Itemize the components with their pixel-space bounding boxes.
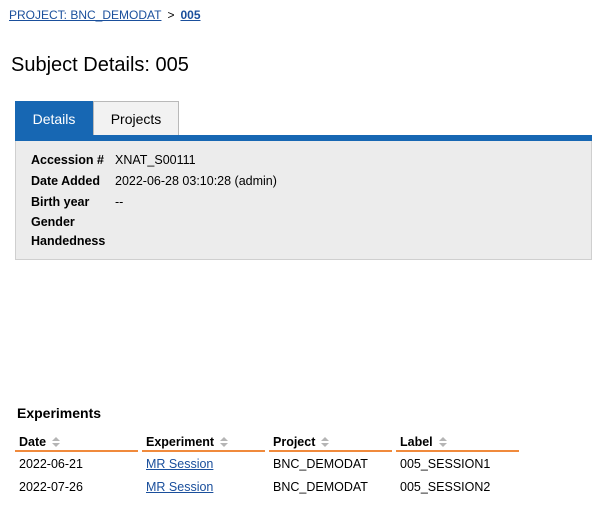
sort-arrows-icon bbox=[52, 437, 61, 448]
detail-row-gender: Gender bbox=[31, 214, 115, 230]
cell-date: 2022-07-26 bbox=[19, 479, 83, 494]
sort-arrows-icon bbox=[321, 437, 330, 448]
detail-value: -- bbox=[115, 195, 124, 209]
cell-project: BNC_DEMODAT bbox=[273, 456, 368, 471]
sort-arrows-icon bbox=[438, 437, 447, 448]
column-header-date[interactable]: Date bbox=[15, 433, 138, 452]
column-header-label: Experiment bbox=[146, 434, 215, 449]
breadcrumb-separator: > bbox=[167, 8, 175, 22]
experiment-link[interactable]: MR Session bbox=[146, 480, 213, 494]
table-row: 2022-06-21 MR Session BNC_DEMODAT 005_SE… bbox=[15, 452, 519, 475]
page-title: Subject Details: 005 bbox=[11, 54, 189, 76]
breadcrumb-project-link[interactable]: PROJECT: BNC_DEMODAT bbox=[9, 8, 161, 22]
detail-row-birth-year: Birth year -- bbox=[31, 194, 123, 210]
detail-label: Accession # bbox=[31, 153, 104, 167]
cell-label: 005_SESSION2 bbox=[400, 479, 491, 494]
table-row: 2022-07-26 MR Session BNC_DEMODAT 005_SE… bbox=[15, 475, 519, 498]
breadcrumb-current-subject[interactable]: 005 bbox=[180, 8, 200, 22]
detail-label: Handedness bbox=[31, 234, 106, 248]
detail-row-date-added: Date Added 2022-06-28 03:10:28 (admin) bbox=[31, 173, 277, 189]
detail-label: Gender bbox=[31, 215, 75, 229]
detail-label: Date Added bbox=[31, 174, 100, 188]
subject-details-panel: Accession # XNAT_S00111 Date Added 2022-06… bbox=[15, 141, 592, 260]
sort-arrows-icon bbox=[220, 437, 229, 448]
column-header-label: Label bbox=[400, 434, 433, 449]
column-header-label: Date bbox=[19, 434, 47, 449]
tab-projects[interactable]: Projects bbox=[93, 101, 179, 135]
experiment-link[interactable]: MR Session bbox=[146, 457, 213, 471]
cell-label: 005_SESSION1 bbox=[400, 456, 491, 471]
tab-details[interactable]: Details bbox=[15, 101, 93, 137]
detail-row-handedness: Handedness bbox=[31, 233, 115, 249]
cell-project: BNC_DEMODAT bbox=[273, 479, 368, 494]
experiments-heading: Experiments bbox=[17, 405, 102, 421]
detail-value: XNAT_S00111 bbox=[115, 153, 196, 167]
detail-value: 2022-06-28 03:10:28 (admin) bbox=[115, 174, 277, 188]
table-header-row: Date Experiment Project Label bbox=[15, 433, 519, 452]
breadcrumb: PROJECT: BNC_DEMODAT >005 bbox=[9, 8, 201, 22]
experiments-table: Date Experiment Project Label 2022-06-21… bbox=[15, 433, 519, 498]
column-header-label: Project bbox=[273, 434, 316, 449]
detail-row-accession: Accession # XNAT_S00111 bbox=[31, 152, 196, 168]
column-header-project[interactable]: Project bbox=[269, 433, 392, 452]
cell-experiment: MR Session bbox=[142, 475, 265, 498]
cell-experiment: MR Session bbox=[142, 452, 265, 475]
column-header-experiment[interactable]: Experiment bbox=[142, 433, 265, 452]
detail-label: Birth year bbox=[31, 195, 90, 209]
tab-strip: Details Projects bbox=[15, 101, 179, 137]
column-header-label-col[interactable]: Label bbox=[396, 433, 519, 452]
cell-date: 2022-06-21 bbox=[19, 456, 83, 471]
